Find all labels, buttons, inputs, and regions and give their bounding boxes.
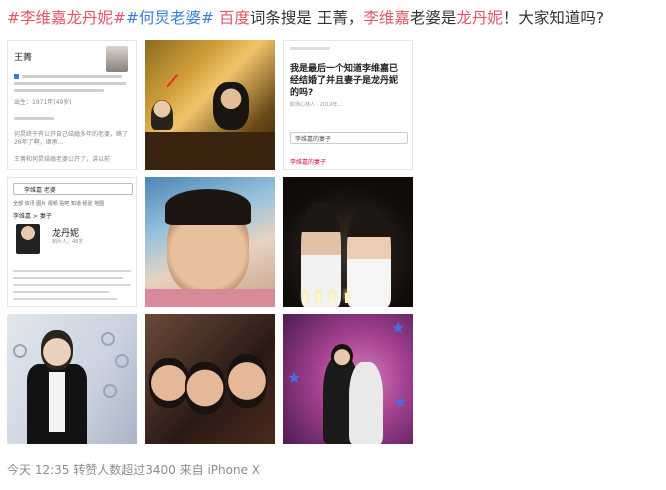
top-bar <box>290 47 330 50</box>
source-device[interactable]: iPhone X <box>207 463 260 477</box>
candle-icon <box>345 293 348 303</box>
post-text-part1: 词条搜是 王菁， <box>249 9 364 27</box>
shirt-shape <box>49 372 65 432</box>
star-icon: ★ <box>391 318 406 337</box>
hair-shape <box>165 189 251 225</box>
search-box: 李维嘉 老婆 <box>13 183 133 195</box>
search-tabs: 全部 资讯 图片 视频 贴吧 知道 经验 地图 <box>13 201 105 207</box>
post-text-part3: ！大家知道吗? <box>502 9 605 27</box>
post-footer: 今天 12:35 转赞人数超过3400 来自 iPhone X <box>7 461 260 478</box>
baidu-text: 百度 <box>218 9 250 27</box>
candle-icon <box>331 293 334 303</box>
face-figure <box>185 362 225 414</box>
star-icon: ★ <box>393 392 408 411</box>
mention-long-danni: 龙丹妮 <box>456 9 503 27</box>
face-figure <box>227 354 267 408</box>
source-prefix: 来自 <box>179 463 204 477</box>
card-name: 王菁 <box>14 53 33 63</box>
shirt-shape <box>145 289 275 307</box>
person-figure <box>301 203 341 307</box>
search-box: 李维嘉的妻子 <box>290 132 408 144</box>
candle-icon <box>303 293 306 303</box>
topic-link-he-jiong-wife[interactable]: #何炅老婆# <box>126 9 214 27</box>
question-meta: 职场心林人 · 2019年... <box>290 102 343 108</box>
image-grid: 王菁 出生：1971年(49岁) 何炅终于有公开自己结婚多年的老婆，瞒了26年了… <box>7 40 413 444</box>
image-thumbnail-9[interactable]: ★ ★ ★ <box>283 314 413 444</box>
search-hint: 李维嘉的妻子 <box>290 159 327 166</box>
image-thumbnail-1[interactable]: 王菁 出生：1971年(49岁) 何炅终于有公开自己结婚多年的老婆，瞒了26年了… <box>7 40 137 170</box>
image-thumbnail-3[interactable]: 我是最后一个知道李维嘉已经结婚了并且妻子是龙丹妮的吗? 职场心林人 · 2019… <box>283 40 413 170</box>
person-figure <box>213 82 249 130</box>
search-box-text: 李维嘉的妻子 <box>295 136 332 143</box>
candle-icon <box>317 293 320 303</box>
image-thumbnail-7[interactable] <box>7 314 137 444</box>
news-line-2: 王菁和何炅结婚老婆公开了，讲以前 <box>14 156 111 163</box>
red-arrow-icon <box>166 74 179 88</box>
year-line: 出生：1971年(49岁) <box>14 99 72 106</box>
search-box-text: 李维嘉 老婆 <box>24 187 56 194</box>
news-line: 何炅终于有公开自己结婚多年的老婆，瞒了26年了啊，继承... <box>14 131 129 146</box>
image-thumbnail-2[interactable] <box>145 40 275 170</box>
avatar <box>16 224 40 254</box>
avatar <box>106 46 128 72</box>
repost-count: 转赞人数超过3400 <box>73 463 176 477</box>
mention-li-weijia: 李维嘉 <box>363 9 410 27</box>
star-icon: ★ <box>287 368 302 387</box>
image-thumbnail-5[interactable] <box>145 177 275 307</box>
result-subtitle: 李维嘉 > 妻子 <box>13 213 52 220</box>
question-title: 我是最后一个知道李维嘉已经结婚了并且妻子是龙丹妮的吗? <box>290 64 399 98</box>
table-shape <box>145 132 275 170</box>
wife-subtitle: 制片人，48岁 <box>52 239 84 245</box>
image-thumbnail-8[interactable] <box>145 314 275 444</box>
person-figure <box>151 100 173 130</box>
post-time: 今天 12:35 <box>7 463 70 477</box>
topic-link-li-weijia-long-danni[interactable]: #李维嘉龙丹妮# <box>7 9 126 27</box>
post-text: #李维嘉龙丹妮##何炅老婆# 百度词条搜是 王菁，李维嘉老婆是龙丹妮！大家知道吗… <box>7 8 659 28</box>
tag-icon <box>14 74 19 79</box>
person-figure <box>347 207 391 307</box>
face-figure <box>41 330 73 370</box>
person-figure <box>349 362 383 444</box>
image-thumbnail-6[interactable] <box>283 177 413 307</box>
image-thumbnail-4[interactable]: 李维嘉 老婆 全部 资讯 图片 视频 贴吧 知道 经验 地图 李维嘉 > 妻子 … <box>7 177 137 307</box>
post-text-part2: 老婆是 <box>409 9 457 27</box>
face-figure <box>331 344 353 368</box>
face-figure <box>149 358 189 408</box>
